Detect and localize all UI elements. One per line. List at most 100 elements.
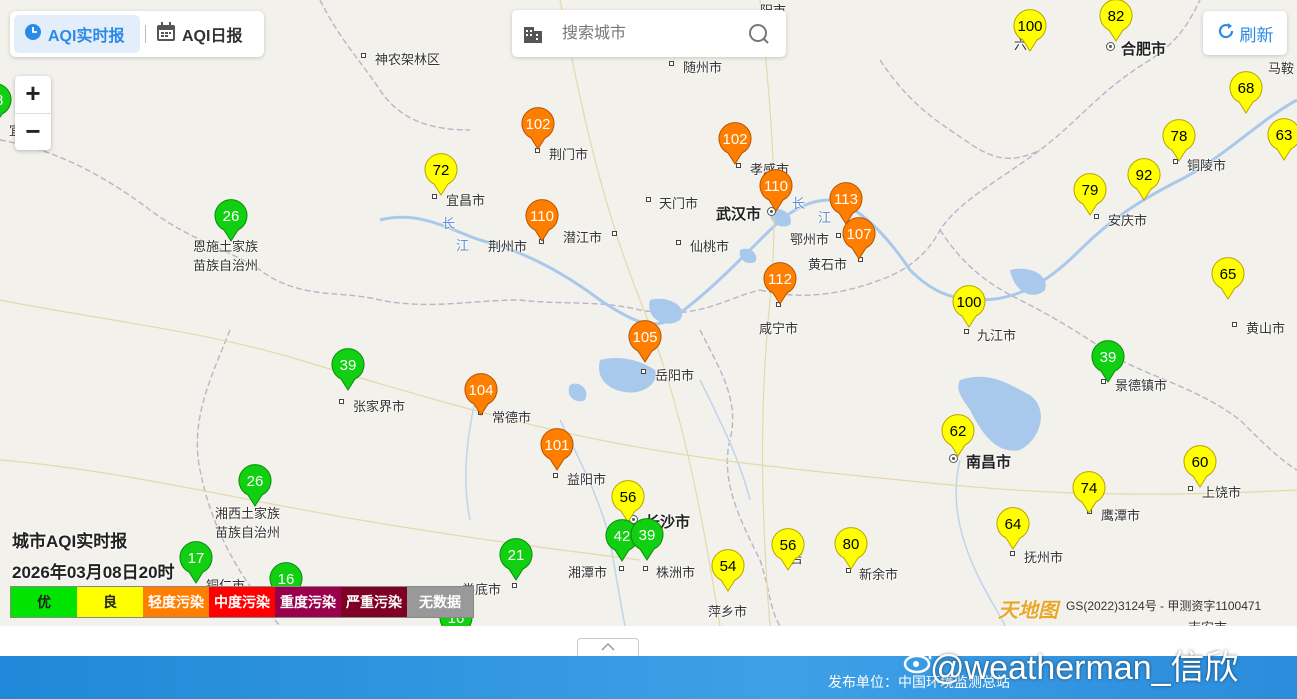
tab-label: AQI日报	[182, 28, 243, 45]
legend-item-severe: 严重污染	[341, 587, 407, 617]
city-dot	[641, 369, 646, 374]
aqi-marker[interactable]: 110	[523, 199, 561, 243]
aqi-marker[interactable]: 100	[1011, 9, 1049, 53]
aqi-value: 80	[842, 536, 860, 553]
city-label: 仙桃市	[690, 239, 730, 254]
legend-item-good: 良	[77, 587, 143, 617]
aqi-value: 110	[764, 178, 788, 195]
aqi-value: 54	[719, 558, 737, 575]
city-dot	[646, 197, 651, 202]
legend-timestamp: 2026年03月08日20时	[12, 563, 175, 582]
city-label: 萍乡市	[708, 604, 748, 619]
aqi-marker[interactable]: 107	[840, 217, 878, 261]
aqi-value: 110	[530, 208, 554, 225]
expand-panel-handle[interactable]	[577, 638, 639, 657]
aqi-marker[interactable]: 21	[497, 538, 535, 582]
aqi-value: 39	[339, 357, 357, 374]
aqi-marker[interactable]: 39	[1089, 340, 1127, 384]
aqi-marker[interactable]: 39	[628, 518, 666, 562]
aqi-marker[interactable]: 26	[236, 464, 274, 508]
city-label: 苗族自治州	[215, 525, 281, 540]
aqi-marker[interactable]: 62	[939, 414, 977, 458]
legend-item-heavy: 重度污染	[275, 587, 341, 617]
search-input[interactable]	[560, 20, 744, 48]
zoom-control: + −	[15, 76, 51, 150]
aqi-marker[interactable]: 101	[538, 428, 576, 472]
map-provider-logo: 天地图	[998, 600, 1058, 622]
aqi-marker[interactable]: 64	[994, 507, 1032, 551]
aqi-marker[interactable]: 82	[1097, 0, 1135, 43]
aqi-marker[interactable]: 102	[519, 107, 557, 151]
aqi-marker[interactable]: 102	[716, 122, 754, 166]
aqi-value: 56	[619, 489, 637, 506]
aqi-value: 107	[846, 226, 872, 243]
aqi-value: 56	[779, 537, 797, 554]
river-label: 长	[442, 216, 456, 231]
zoom-in-button[interactable]: +	[15, 76, 51, 114]
map-copyright: GS(2022)3124号 - 甲测资字1100471	[1066, 599, 1262, 613]
report-tabs: AQI实时报 AQI日报	[10, 11, 264, 57]
city-label: 湘潭市	[568, 565, 608, 580]
city-label: 荆州市	[488, 239, 528, 254]
legend-item-nodata: 无数据	[407, 587, 473, 617]
aqi-marker[interactable]: 74	[1070, 471, 1108, 515]
city-dot	[512, 583, 517, 588]
city-dot	[361, 53, 366, 58]
city-label: 岳阳市	[655, 368, 695, 383]
aqi-marker[interactable]: 68	[1227, 71, 1265, 115]
city-label: 天门市	[659, 196, 699, 211]
aqi-marker[interactable]: 92	[1125, 158, 1163, 202]
aqi-value: 39	[1099, 349, 1117, 366]
aqi-value: 79	[1081, 182, 1099, 199]
aqi-marker[interactable]: 110	[757, 169, 795, 213]
city-label: 马鞍	[1268, 61, 1295, 76]
aqi-marker[interactable]: 104	[462, 373, 500, 417]
refresh-label: 刷新	[1239, 25, 1274, 45]
map-canvas[interactable]: 神农架林区 随州市 荆门市 孝感市 宜昌市 天门市 武汉市 恩施土家族 苗族自治…	[0, 0, 1297, 626]
city-label: 黄山市	[1246, 321, 1286, 336]
city-label: 张家界市	[353, 399, 406, 414]
city-dot	[612, 231, 617, 236]
aqi-value: 74	[1080, 480, 1098, 497]
aqi-value: 82	[1107, 8, 1125, 25]
aqi-value: 78	[1170, 128, 1188, 145]
aqi-marker[interactable]: 48	[0, 83, 14, 127]
aqi-value: 68	[1237, 80, 1255, 97]
aqi-marker[interactable]: 39	[329, 348, 367, 392]
aqi-marker[interactable]: 56	[769, 528, 807, 572]
aqi-marker[interactable]: 17	[177, 541, 215, 585]
aqi-value: 92	[1135, 167, 1153, 184]
aqi-marker[interactable]: 65	[1209, 257, 1247, 301]
aqi-value: 26	[246, 473, 264, 490]
aqi-value: 39	[638, 527, 656, 544]
aqi-marker[interactable]: 105	[626, 320, 664, 364]
search-icon[interactable]	[748, 23, 770, 50]
tab-aqi-realtime[interactable]: AQI实时报	[14, 15, 140, 53]
refresh-button[interactable]: 刷新	[1203, 11, 1287, 55]
aqi-value: 100	[1017, 18, 1043, 35]
aqi-marker[interactable]: 60	[1181, 445, 1219, 489]
river-label: 江	[456, 238, 470, 253]
aqi-marker[interactable]: 72	[422, 153, 460, 197]
aqi-marker[interactable]: 78	[1160, 119, 1198, 163]
aqi-marker[interactable]: 63	[1265, 118, 1297, 162]
legend-item-light: 轻度污染	[143, 587, 209, 617]
aqi-value: 48	[0, 92, 14, 109]
aqi-value: 21	[507, 547, 525, 564]
aqi-marker[interactable]: 100	[950, 285, 988, 329]
refresh-icon	[1217, 22, 1235, 45]
aqi-value: 62	[949, 423, 967, 440]
aqi-marker[interactable]: 54	[709, 549, 747, 593]
aqi-marker[interactable]: 26	[212, 199, 250, 243]
aqi-marker[interactable]: 79	[1071, 173, 1109, 217]
zoom-out-button[interactable]: −	[15, 114, 51, 151]
aqi-value: 101	[544, 437, 570, 454]
city-label: 潜江市	[563, 230, 603, 245]
aqi-marker[interactable]: 80	[832, 527, 870, 571]
aqi-value: 65	[1219, 266, 1237, 283]
aqi-value: 72	[432, 162, 450, 179]
city-dot	[676, 240, 681, 245]
tab-label: AQI实时报	[48, 28, 125, 45]
tab-aqi-daily[interactable]: AQI日报	[152, 15, 262, 53]
aqi-marker[interactable]: 112	[761, 262, 799, 306]
